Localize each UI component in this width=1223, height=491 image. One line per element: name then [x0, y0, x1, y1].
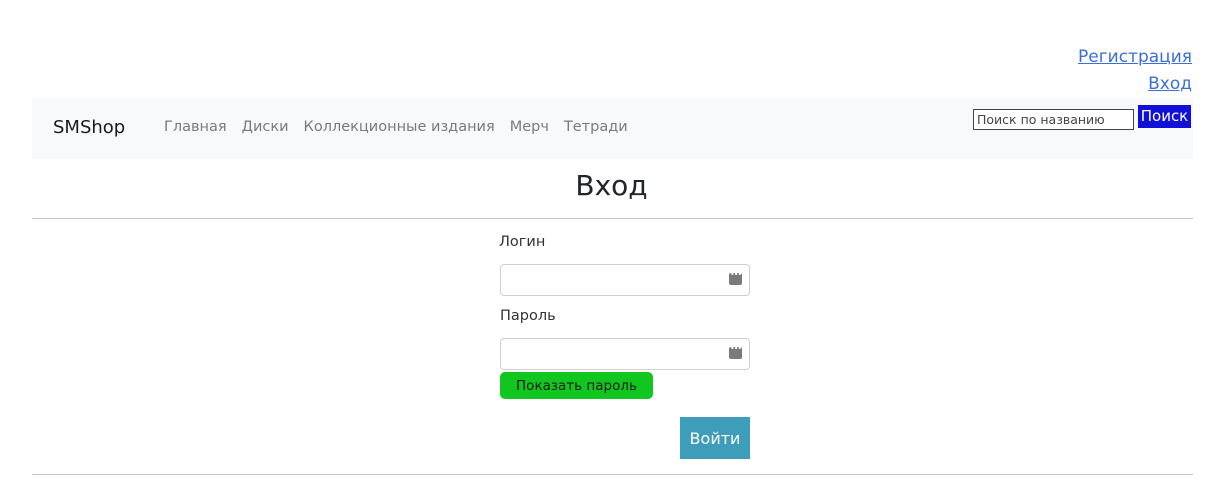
search-input[interactable] — [973, 109, 1134, 130]
nav-item-collector-editions[interactable]: Коллекционные издания — [304, 119, 495, 135]
login-label: Логин — [499, 234, 546, 250]
password-label: Пароль — [500, 308, 556, 324]
divider-top — [32, 218, 1193, 219]
nav-item-notebooks[interactable]: Тетради — [564, 119, 628, 135]
nav-item-merch[interactable]: Мерч — [510, 119, 549, 135]
nav-item-home[interactable]: Главная — [164, 119, 227, 135]
nav-item-discs[interactable]: Диски — [242, 119, 289, 135]
show-password-button[interactable]: Показать пароль — [500, 372, 653, 399]
login-page: Регистрация Вход SMShop Главная Диски Ко… — [0, 0, 1223, 491]
key-icon[interactable] — [729, 270, 742, 285]
search-form: Поиск — [973, 105, 1191, 131]
search-button[interactable]: Поиск — [1138, 105, 1191, 128]
nav-links: Главная Диски Коллекционные издания Мерч… — [164, 119, 643, 135]
password-input[interactable] — [501, 339, 737, 369]
submit-button[interactable]: Войти — [680, 417, 750, 459]
register-link[interactable]: Регистрация — [1078, 44, 1192, 71]
key-icon[interactable] — [729, 344, 742, 359]
password-field-wrapper — [500, 338, 750, 370]
page-title: Вход — [575, 169, 648, 202]
divider-bottom — [32, 474, 1193, 475]
login-field-wrapper — [500, 264, 750, 296]
login-input[interactable] — [501, 265, 737, 295]
auth-links: Регистрация Вход — [1078, 44, 1192, 98]
navbar: SMShop Главная Диски Коллекционные издан… — [32, 98, 1193, 159]
brand-logo[interactable]: SMShop — [53, 117, 125, 138]
login-link[interactable]: Вход — [1078, 71, 1192, 98]
